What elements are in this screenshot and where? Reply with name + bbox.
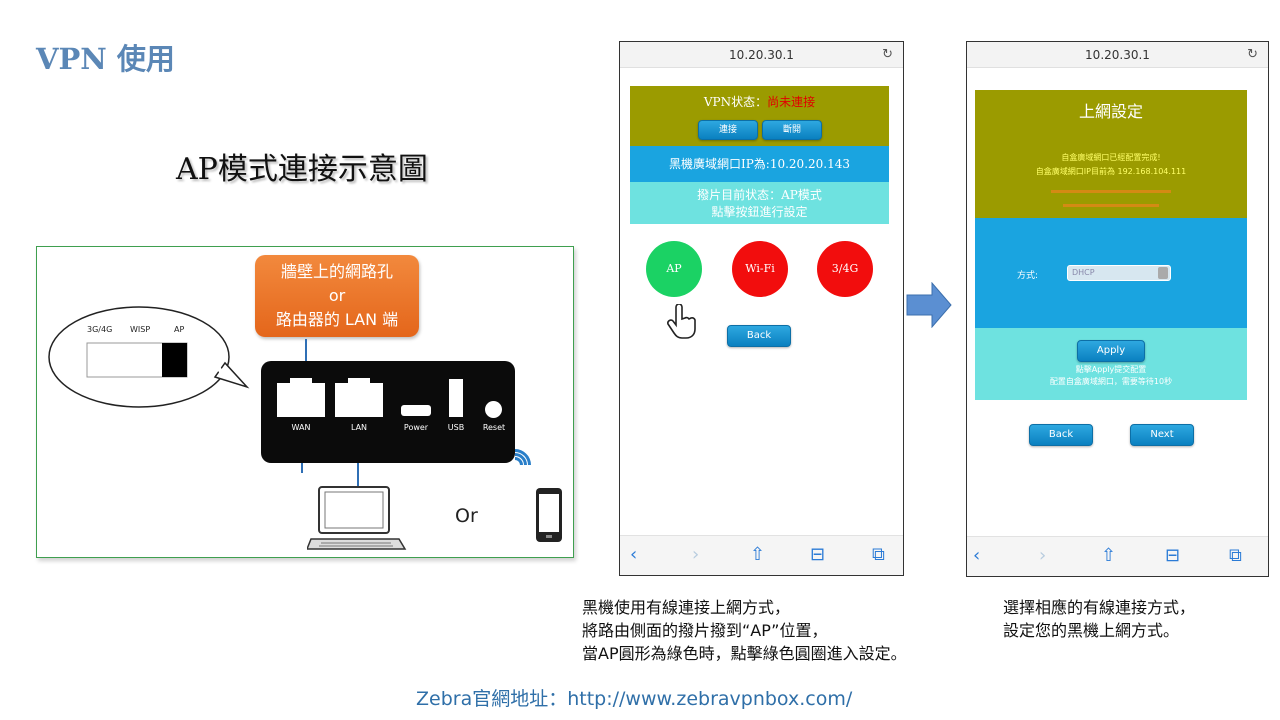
- reload-icon[interactable]: ↻: [882, 42, 893, 68]
- wan-ip-text: 黑機廣域網口IP為:10.20.20.143: [630, 146, 889, 182]
- select-arrow-icon: [1158, 267, 1168, 279]
- caption-left: 黑機使用有線連接上網方式， 將路由側面的撥片撥到“AP”位置， 當AP圓形為綠色…: [582, 596, 907, 665]
- browser-toolbar: ‹ › ⇧ ⊟ ⧉: [620, 535, 903, 575]
- diagram-title: AP模式連接示意圖: [176, 152, 428, 187]
- vpn-status-panel: VPN状态：尚未連接 連接 斷開: [630, 86, 889, 146]
- bookmarks-icon[interactable]: ⊟: [1165, 545, 1180, 566]
- bookmarks-icon[interactable]: ⊟: [810, 544, 825, 565]
- vpn-status-label: VPN状态：: [703, 95, 768, 109]
- tabs-icon[interactable]: ⧉: [872, 544, 885, 565]
- reset-button-hole: [485, 401, 502, 418]
- ap-mode-circle[interactable]: AP: [646, 241, 702, 297]
- hand-pointer-icon: [667, 304, 696, 339]
- caption-left-line-3: 當AP圓形為綠色時，點擊綠色圓圈進入設定。: [582, 644, 907, 663]
- apply-panel: Apply 點擊Apply提交配置 配置自盒廣域網口，需要等待10秒: [975, 328, 1247, 400]
- switch-speech-bubble: [48, 306, 250, 408]
- laptop-icon: [307, 486, 407, 550]
- wan-port: [277, 378, 325, 417]
- callout-connector: [305, 339, 307, 361]
- caption-right-line-2: 設定您的黑機上網方式。: [1003, 621, 1180, 640]
- lan-label: LAN: [350, 423, 368, 432]
- smartphone-icon: [536, 488, 562, 542]
- browser-toolbar: ‹ › ⇧ ⊟ ⧉: [967, 536, 1268, 576]
- slide-title: VPN 使用: [36, 42, 175, 76]
- back-nav-icon[interactable]: ‹: [630, 544, 637, 565]
- caption-left-line-2: 將路由側面的撥片撥到“AP”位置，: [582, 621, 828, 640]
- caption-left-line-1: 黑機使用有線連接上網方式，: [582, 598, 791, 617]
- wan-label: WAN: [291, 423, 311, 432]
- connect-button[interactable]: 連接: [698, 120, 758, 140]
- warning-line: [1063, 204, 1159, 207]
- callout-line-1: 牆壁上的網路孔: [280, 262, 393, 281]
- status-message-2: 自盒廣域網口IP目前為 192.168.104.111: [1035, 167, 1187, 176]
- method-panel: 方式: DHCP: [975, 218, 1247, 328]
- method-label: 方式:: [1017, 271, 1039, 281]
- warning-line: [1051, 190, 1171, 193]
- switch-label-3g4g: 3G/4G: [87, 325, 113, 334]
- usb-port: [449, 379, 463, 417]
- method-select[interactable]: DHCP: [1067, 265, 1171, 281]
- website-link[interactable]: Zebra官網地址：http://www.zebravpnbox.com/: [416, 684, 852, 711]
- caption-right: 選擇相應的有線連接方式， 設定您的黑機上網方式。: [1003, 596, 1195, 642]
- callout-line-2: or: [328, 286, 346, 305]
- share-icon[interactable]: ⇧: [1101, 545, 1116, 566]
- settings-title: 上網設定: [1078, 102, 1143, 121]
- mode-hint-text: 點擊按鈕進行設定: [711, 205, 808, 219]
- lan-cable: [357, 463, 359, 487]
- reload-icon[interactable]: ↻: [1247, 42, 1258, 68]
- vpn-status-value: 尚未連接: [767, 95, 816, 109]
- callout-line-3: 路由器的 LAN 端: [275, 310, 399, 329]
- address-text: 10.20.30.1: [1085, 48, 1150, 62]
- right-arrow-icon: [906, 282, 952, 328]
- share-icon[interactable]: ⇧: [750, 544, 765, 565]
- power-port: [401, 405, 431, 416]
- ap-mode-diagram: 3G/4G WISP AP 牆壁上的網路孔 or 路由器的 LAN 端 WAN …: [36, 246, 574, 558]
- reset-label: Reset: [482, 423, 506, 432]
- phone-screenshot-ap: 10.20.30.1 ↻ VPN状态：尚未連接 連接 斷開 黑機廣域網口IP為:…: [619, 41, 904, 576]
- method-select-value: DHCP: [1072, 268, 1095, 277]
- apply-hint-1: 點擊Apply提交配置: [1075, 365, 1147, 374]
- switch-label-ap: AP: [174, 325, 185, 334]
- or-label: Or: [455, 505, 478, 527]
- forward-nav-icon[interactable]: ›: [692, 544, 699, 565]
- mode-status-text: 撥片目前状态：AP模式: [697, 188, 822, 202]
- caption-right-line-1: 選擇相應的有線連接方式，: [1003, 598, 1196, 617]
- address-text: 10.20.30.1: [729, 48, 794, 62]
- address-bar[interactable]: 10.20.30.1 ↻: [967, 42, 1268, 68]
- disconnect-button[interactable]: 斷開: [762, 120, 822, 140]
- address-bar[interactable]: 10.20.30.1 ↻: [620, 42, 903, 68]
- mode-status-panel: 撥片目前状态：AP模式 點擊按鈕進行設定: [630, 182, 889, 224]
- router-device: WAN LAN Power USB Reset: [261, 361, 515, 463]
- 3g4g-mode-circle[interactable]: 3/4G: [817, 241, 873, 297]
- wall-port-callout: 牆壁上的網路孔 or 路由器的 LAN 端: [255, 255, 419, 337]
- next-button[interactable]: Next: [1130, 424, 1194, 446]
- status-message-1: 自盒廣域網口已經配置完成!: [1061, 153, 1161, 162]
- settings-header-panel: 上網設定 自盒廣域網口已經配置完成! 自盒廣域網口IP目前為 192.168.1…: [975, 90, 1247, 218]
- forward-nav-icon[interactable]: ›: [1039, 545, 1046, 566]
- back-nav-icon[interactable]: ‹: [973, 545, 980, 566]
- apply-hint-2: 配置自盒廣域網口，需要等待10秒: [1049, 377, 1173, 386]
- lan-port: [335, 378, 383, 417]
- tabs-icon[interactable]: ⧉: [1229, 545, 1242, 566]
- usb-label: USB: [447, 423, 465, 432]
- back-button[interactable]: Back: [727, 325, 791, 347]
- wan-cable: [301, 463, 303, 473]
- phone-screenshot-settings: 10.20.30.1 ↻ 上網設定 自盒廣域網口已經配置完成! 自盒廣域網口IP…: [966, 41, 1269, 577]
- switch-label-wisp: WISP: [130, 325, 151, 334]
- back-button[interactable]: Back: [1029, 424, 1093, 446]
- apply-button[interactable]: Apply: [1077, 340, 1145, 362]
- power-label: Power: [403, 423, 429, 432]
- wifi-mode-circle[interactable]: Wi-Fi: [732, 241, 788, 297]
